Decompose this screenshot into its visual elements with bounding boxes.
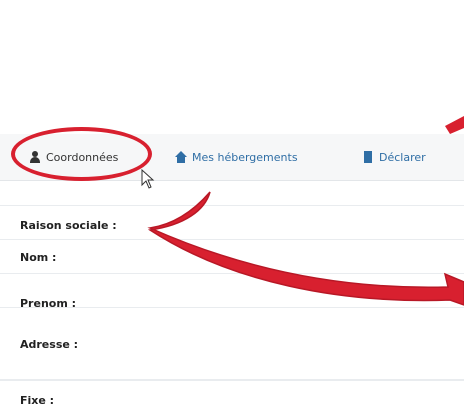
- mouse-cursor-icon: [141, 169, 155, 189]
- file-icon: [362, 151, 374, 163]
- form-row-adresse: Adresse :: [0, 307, 464, 377]
- tab-declarer[interactable]: Déclarer: [362, 148, 426, 166]
- highlight-circle-annotation: [11, 127, 152, 181]
- tab-declarer-label: Déclarer: [379, 150, 426, 164]
- nom-label: Nom :: [20, 251, 57, 264]
- tab-mes-hebergements[interactable]: Mes hébergements: [175, 148, 298, 166]
- form-row-prenom: Prenom :: [0, 273, 464, 310]
- form-row-fixe: Fixe :: [0, 379, 464, 419]
- form-row-nom: Nom :: [0, 239, 464, 273]
- fixe-label: Fixe :: [20, 394, 55, 407]
- tab-mes-hebergements-label: Mes hébergements: [192, 150, 298, 164]
- form-row-raison-sociale: Raison sociale :: [0, 205, 464, 239]
- raison-sociale-label: Raison sociale :: [20, 219, 117, 232]
- home-icon: [175, 151, 187, 163]
- adresse-label: Adresse :: [20, 338, 79, 351]
